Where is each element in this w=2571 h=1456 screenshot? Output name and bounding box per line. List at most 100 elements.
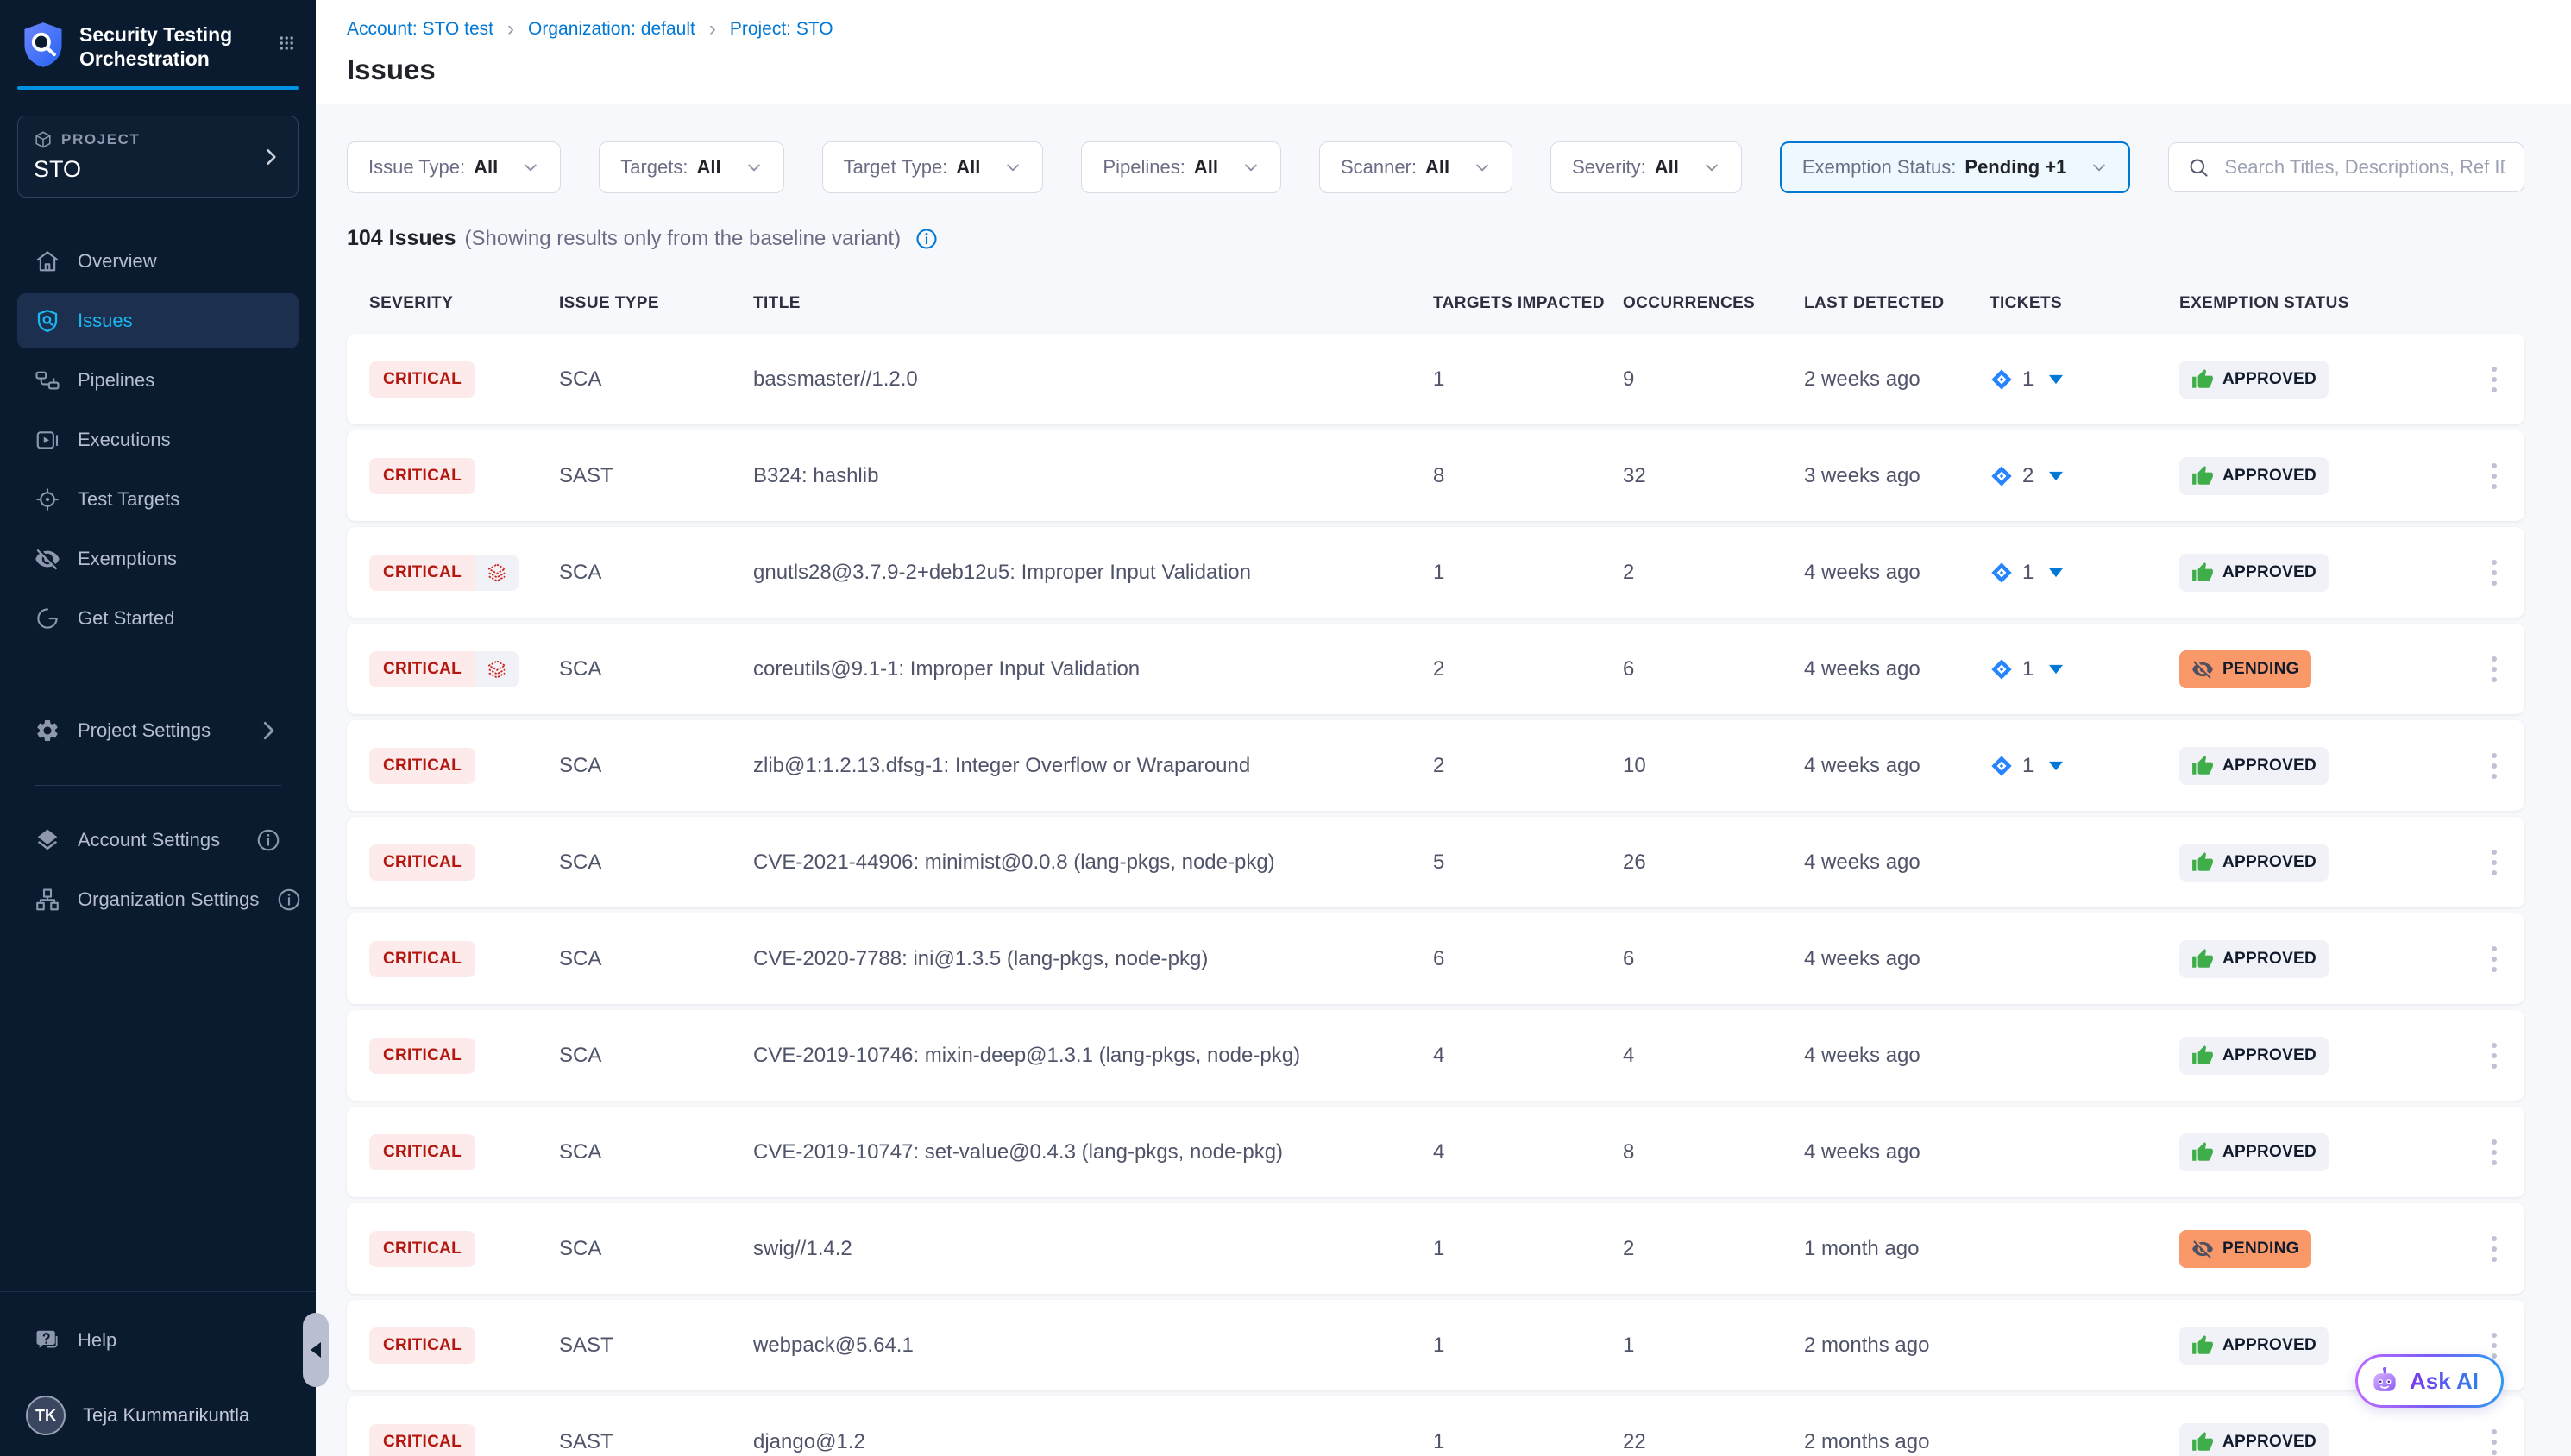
module-grid-icon[interactable]	[278, 29, 295, 57]
issue-row[interactable]: CRITICAL SCA CVE-2019-10746: mixin-deep@…	[347, 1010, 2524, 1101]
occurrences-cell: 4	[1623, 1044, 1804, 1068]
filter-targets[interactable]: Targets: All	[599, 141, 783, 193]
tickets-cell: 1	[1990, 657, 2179, 681]
issue-row[interactable]: CRITICAL SCA CVE-2020-7788: ini@1.3.5 (l…	[347, 913, 2524, 1004]
issue-title[interactable]: webpack@5.64.1	[753, 1334, 1433, 1358]
sidebar-item-executions[interactable]: Executions	[17, 412, 299, 468]
collapse-arrow-icon	[311, 1342, 321, 1358]
severity-badge: CRITICAL	[369, 1327, 475, 1364]
sidebar-item-project-settings[interactable]: Project Settings	[17, 703, 299, 758]
issue-title[interactable]: bassmaster//1.2.0	[753, 367, 1433, 392]
ticket-link[interactable]: 1	[1990, 657, 2063, 681]
help-button[interactable]: Help	[17, 1316, 299, 1365]
issue-type-cell: SAST	[559, 464, 753, 488]
ticket-count: 1	[2022, 367, 2034, 392]
sidebar-item-overview[interactable]: Overview	[17, 234, 299, 289]
row-menu-kebab[interactable]	[2483, 551, 2505, 594]
filter-label: Scanner:	[1341, 156, 1417, 179]
breadcrumb-organization[interactable]: Organization: default	[528, 19, 695, 40]
issue-row[interactable]: CRITICAL SCA gnutls28@3.7.9-2+deb12u5: I…	[347, 527, 2524, 618]
ticket-link[interactable]: 1	[1990, 561, 2063, 585]
row-menu-kebab[interactable]	[2483, 938, 2505, 981]
ticket-link[interactable]: 2	[1990, 464, 2063, 488]
issue-title[interactable]: swig//1.4.2	[753, 1237, 1433, 1261]
filter-value: All	[474, 156, 498, 179]
filter-pipelines[interactable]: Pipelines: All	[1081, 141, 1281, 193]
filter-issue-type[interactable]: Issue Type: All	[347, 141, 561, 193]
issue-row[interactable]: CRITICAL SCA swig//1.4.2 1 2 1 month ago…	[347, 1203, 2524, 1294]
issue-type-cell: SCA	[559, 1237, 753, 1261]
breadcrumb-project[interactable]: Project: STO	[730, 19, 833, 40]
issue-title[interactable]: CVE-2019-10747: set-value@0.4.3 (lang-pk…	[753, 1140, 1433, 1164]
issue-row[interactable]: CRITICAL SAST B324: hashlib 8 32 3 weeks…	[347, 430, 2524, 521]
issue-row[interactable]: CRITICAL SCA CVE-2019-10747: set-value@0…	[347, 1107, 2524, 1197]
severity-label: CRITICAL	[369, 941, 475, 977]
filter-value: All	[697, 156, 721, 179]
severity-cell: CRITICAL	[369, 1134, 559, 1170]
row-menu-kebab[interactable]	[2483, 648, 2505, 691]
pipelines-icon	[35, 367, 60, 393]
exemption-status-badge: PENDING	[2179, 650, 2311, 688]
filter-target-type[interactable]: Target Type: All	[822, 141, 1044, 193]
row-menu-kebab[interactable]	[2483, 358, 2505, 401]
chevron-right-icon	[255, 718, 281, 744]
jira-icon	[1990, 367, 2014, 392]
sidebar-item-label: Overview	[78, 250, 157, 273]
row-menu-kebab[interactable]	[2483, 841, 2505, 884]
ticket-link[interactable]: 1	[1990, 754, 2063, 778]
search-input[interactable]	[2222, 155, 2506, 179]
user-menu[interactable]: TK Teja Kummarikuntla	[17, 1396, 299, 1435]
issue-title[interactable]: CVE-2019-10746: mixin-deep@1.3.1 (lang-p…	[753, 1044, 1433, 1068]
issue-type-cell: SAST	[559, 1334, 753, 1358]
issue-title[interactable]: django@1.2	[753, 1430, 1433, 1454]
row-menu-kebab[interactable]	[2483, 744, 2505, 788]
issue-row[interactable]: CRITICAL SAST webpack@5.64.1 1 1 2 month…	[347, 1300, 2524, 1390]
exemption-status-badge: APPROVED	[2179, 1327, 2329, 1365]
sidebar-item-label: Issues	[78, 310, 133, 332]
issue-title[interactable]: CVE-2021-44906: minimist@0.0.8 (lang-pkg…	[753, 850, 1433, 875]
issue-title[interactable]: coreutils@9.1-1: Improper Input Validati…	[753, 657, 1433, 681]
sidebar-item-get-started[interactable]: Get Started	[17, 591, 299, 646]
jira-icon	[1990, 561, 2014, 585]
severity-cell: CRITICAL	[369, 458, 559, 494]
sidebar-item-test-targets[interactable]: Test Targets	[17, 472, 299, 527]
main-area: Account: STO test › Organization: defaul…	[316, 0, 2571, 1456]
exemption-status-cell: APPROVED	[2179, 457, 2464, 495]
sidebar-item-label: Project Settings	[78, 719, 211, 742]
issue-row[interactable]: CRITICAL SCA zlib@1:1.2.13.dfsg-1: Integ…	[347, 720, 2524, 811]
occurrences-cell: 6	[1623, 947, 1804, 971]
filter-row: Issue Type: All Targets: All Target Type…	[347, 141, 2524, 193]
ticket-link[interactable]: 1	[1990, 367, 2063, 392]
row-menu-kebab[interactable]	[2483, 1131, 2505, 1174]
row-menu-kebab[interactable]	[2483, 1034, 2505, 1077]
sidebar-item-account-settings[interactable]: Account Settings	[17, 813, 299, 868]
sidebar-item-organization-settings[interactable]: Organization Settings	[17, 872, 299, 927]
filter-severity[interactable]: Severity: All	[1550, 141, 1742, 193]
sidebar-item-pipelines[interactable]: Pipelines	[17, 353, 299, 408]
sidebar-item-exemptions[interactable]: Exemptions	[17, 531, 299, 587]
issue-row[interactable]: CRITICAL SCA bassmaster//1.2.0 1 9 2 wee…	[347, 334, 2524, 424]
filter-scanner[interactable]: Scanner: All	[1319, 141, 1512, 193]
info-icon[interactable]	[915, 227, 939, 251]
info-icon[interactable]	[276, 887, 302, 913]
issue-row[interactable]: CRITICAL SCA CVE-2021-44906: minimist@0.…	[347, 817, 2524, 907]
breadcrumb-account[interactable]: Account: STO test	[347, 19, 493, 40]
issue-row[interactable]: CRITICAL SCA coreutils@9.1-1: Improper I…	[347, 624, 2524, 714]
sidebar-collapse-handle[interactable]	[303, 1313, 329, 1387]
issue-title[interactable]: CVE-2020-7788: ini@1.3.5 (lang-pkgs, nod…	[753, 947, 1433, 971]
project-selector[interactable]: PROJECT STO	[17, 116, 299, 198]
ask-ai-button[interactable]: Ask AI	[2355, 1354, 2504, 1408]
row-menu-kebab[interactable]	[2483, 1421, 2505, 1456]
row-menu-kebab[interactable]	[2483, 455, 2505, 498]
info-icon[interactable]	[255, 827, 281, 853]
issue-title[interactable]: gnutls28@3.7.9-2+deb12u5: Improper Input…	[753, 561, 1433, 585]
severity-label: CRITICAL	[369, 1134, 475, 1170]
issue-title[interactable]: B324: hashlib	[753, 464, 1433, 488]
sidebar-item-issues[interactable]: Issues	[17, 293, 299, 348]
filter-exemption-status[interactable]: Exemption Status: Pending +1	[1780, 141, 2131, 193]
row-menu-kebab[interactable]	[2483, 1227, 2505, 1271]
issue-title[interactable]: zlib@1:1.2.13.dfsg-1: Integer Overflow o…	[753, 754, 1433, 778]
severity-cell: CRITICAL	[369, 651, 559, 687]
chevron-down-icon	[1703, 159, 1720, 176]
issue-row[interactable]: CRITICAL SAST django@1.2 1 22 2 months a…	[347, 1396, 2524, 1456]
